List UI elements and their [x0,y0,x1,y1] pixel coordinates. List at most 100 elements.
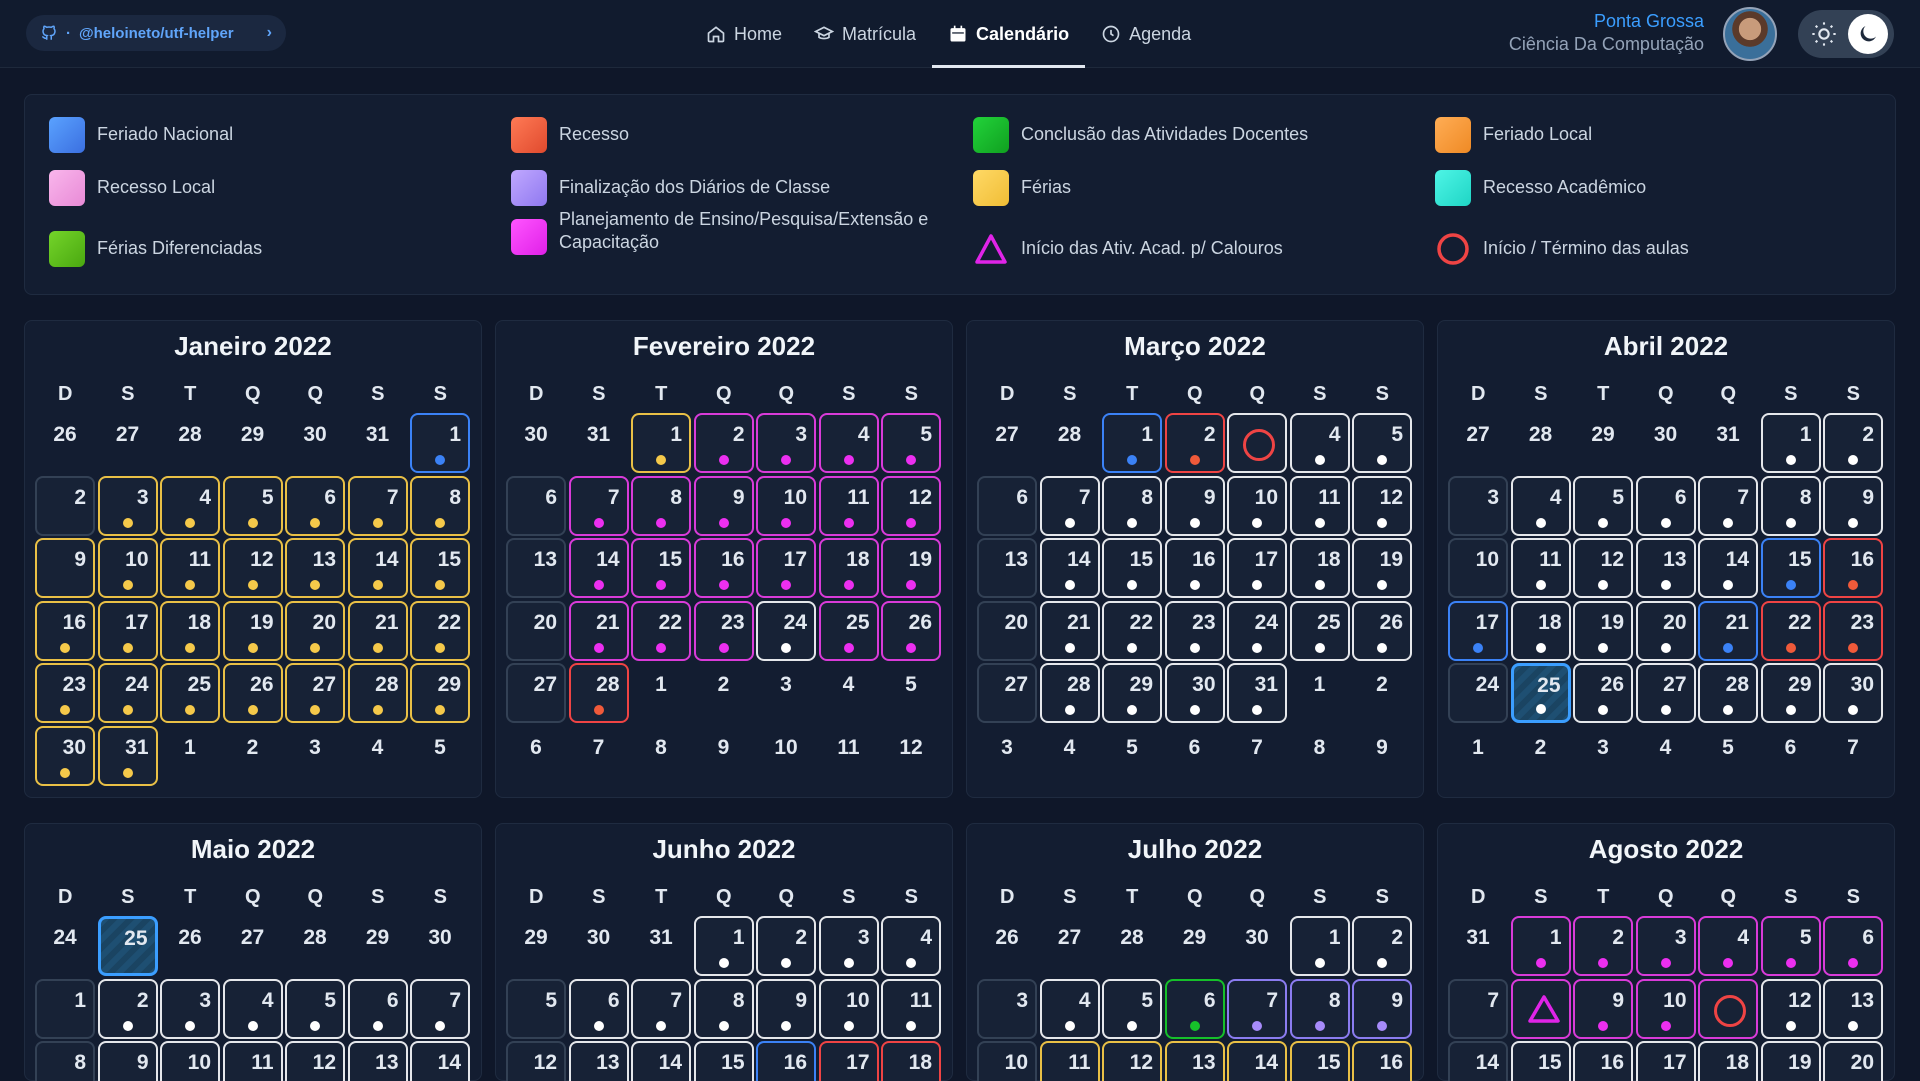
calendar-day[interactable]: 1 [1289,916,1350,976]
nav-calendario[interactable]: Calendário [932,0,1086,68]
calendar-day[interactable]: 11 [1039,1041,1100,1081]
calendar-day[interactable]: 9 [35,538,95,598]
github-repo-link[interactable]: · @heloineto/utf-helper › [26,15,286,51]
calendar-day[interactable]: 30 [1227,916,1287,976]
calendar-day[interactable]: 7 [1448,978,1508,1039]
calendar-day[interactable]: 26 [35,413,95,473]
calendar-day[interactable]: 14 [1039,538,1100,598]
calendar-day[interactable]: 27 [1635,663,1696,723]
calendar-day[interactable]: 29 [506,916,566,976]
calendar-day[interactable]: 30 [506,413,566,473]
avatar[interactable] [1723,7,1777,61]
calendar-day[interactable]: 16 [693,538,754,598]
calendar-day[interactable]: 29 [1573,413,1633,473]
calendar-day[interactable]: 2 [223,726,283,786]
calendar-day[interactable]: 7 [1823,726,1883,786]
calendar-day[interactable]: 5 [410,726,470,786]
calendar-day[interactable]: 5 [1352,413,1412,473]
calendar-day[interactable]: 26 [881,600,941,661]
calendar-day[interactable]: 9 [1352,726,1412,786]
calendar-day[interactable]: 3 [977,726,1037,786]
calendar-day[interactable]: 18 [160,600,220,661]
calendar-day[interactable]: 28 [568,663,629,723]
calendar-day[interactable]: 7 [347,475,408,536]
calendar-day[interactable]: 5 [1102,726,1162,786]
calendar-day[interactable]: 8 [631,726,691,786]
calendar-day[interactable]: 1 [631,413,691,473]
calendar-day[interactable]: 30 [1636,413,1696,473]
calendar-day[interactable]: 1 [1448,726,1508,786]
calendar-day[interactable]: 12 [1760,978,1821,1039]
calendar-day[interactable]: 4 [222,978,283,1039]
calendar-day[interactable]: 13 [1823,978,1883,1039]
calendar-day[interactable]: 10 [1227,475,1287,536]
calendar-day[interactable]: 22 [631,600,691,661]
calendar-day[interactable]: 17 [818,1041,879,1081]
calendar-day[interactable]: 4 [160,475,220,536]
calendar-day[interactable]: 6 [568,978,629,1039]
calendar-day[interactable]: 4 [1636,726,1696,786]
calendar-day[interactable]: 4 [1698,916,1758,976]
calendar-day[interactable]: 21 [347,600,408,661]
calendar-day[interactable]: 18 [1510,600,1571,661]
calendar-day[interactable]: 15 [410,538,470,598]
calendar-day[interactable]: 8 [693,978,754,1039]
calendar-day[interactable]: 19 [1573,600,1633,661]
calendar-day[interactable]: 13 [347,1041,408,1081]
calendar-day[interactable]: 2 [1823,413,1883,473]
calendar-day[interactable]: 9 [1352,978,1412,1039]
calendar-day[interactable]: 4 [348,726,408,786]
calendar-day[interactable]: 17 [1448,600,1508,661]
calendar-day[interactable]: 11 [160,538,220,598]
calendar-day[interactable]: 2 [1511,726,1571,786]
calendar-day[interactable]: 13 [1164,1041,1225,1081]
calendar-day[interactable]: 27 [977,413,1037,473]
calendar-day[interactable]: 1 [631,663,691,723]
calendar-day[interactable]: 30 [569,916,629,976]
calendar-day[interactable]: 3 [1448,475,1508,536]
calendar-day[interactable]: 12 [881,726,941,786]
calendar-day[interactable]: 9 [1573,978,1633,1039]
calendar-day[interactable]: 27 [285,663,345,723]
nav-agenda[interactable]: Agenda [1085,0,1207,68]
calendar-day[interactable]: 20 [506,600,566,661]
calendar-day[interactable]: 3 [97,475,158,536]
calendar-day[interactable]: 18 [881,1041,941,1081]
calendar-day[interactable]: 17 [756,538,816,598]
calendar-day[interactable]: 13 [568,1041,629,1081]
calendar-day[interactable]: 23 [35,663,95,723]
calendar-day[interactable]: 24 [35,916,95,976]
calendar-day[interactable]: 4 [1039,978,1100,1039]
calendar-day[interactable]: 1 [1290,663,1350,723]
calendar-day[interactable]: 31 [348,413,408,473]
calendar-day[interactable]: 15 [1510,1041,1571,1081]
calendar-day[interactable]: 21 [1698,600,1758,661]
calendar-day[interactable]: 11 [881,978,941,1039]
calendar-day[interactable]: 30 [285,413,345,473]
calendar-day[interactable]: 27 [98,413,158,473]
nav-home[interactable]: Home [690,0,798,68]
calendar-day[interactable]: 16 [1573,1041,1633,1081]
calendar-day[interactable]: 2 [35,475,95,536]
calendar-day[interactable]: 8 [1290,726,1350,786]
calendar-day[interactable]: 18 [818,538,879,598]
calendar-day-today[interactable]: 25 [97,916,158,976]
calendar-day[interactable]: 13 [1635,538,1696,598]
calendar-day[interactable]: 14 [631,1041,691,1081]
calendar-day[interactable]: 7 [1227,726,1287,786]
calendar-day[interactable]: 4 [819,663,879,723]
calendar-day[interactable]: 5 [1573,475,1633,536]
calendar-day[interactable]: 12 [222,538,283,598]
calendar-day[interactable]: 10 [1635,978,1696,1039]
calendar-day[interactable]: 21 [568,600,629,661]
calendar-day[interactable]: 27 [223,916,283,976]
calendar-day[interactable]: 11 [222,1041,283,1081]
calendar-day[interactable]: 27 [1040,916,1100,976]
calendar-day[interactable]: 28 [1511,413,1571,473]
calendar-day[interactable]: 5 [881,663,941,723]
calendar-day[interactable] [1227,413,1287,473]
calendar-day[interactable]: 26 [1352,600,1412,661]
calendar-day[interactable]: 20 [285,600,345,661]
calendar-day[interactable]: 14 [410,1041,470,1081]
calendar-day[interactable]: 20 [1823,1041,1883,1081]
